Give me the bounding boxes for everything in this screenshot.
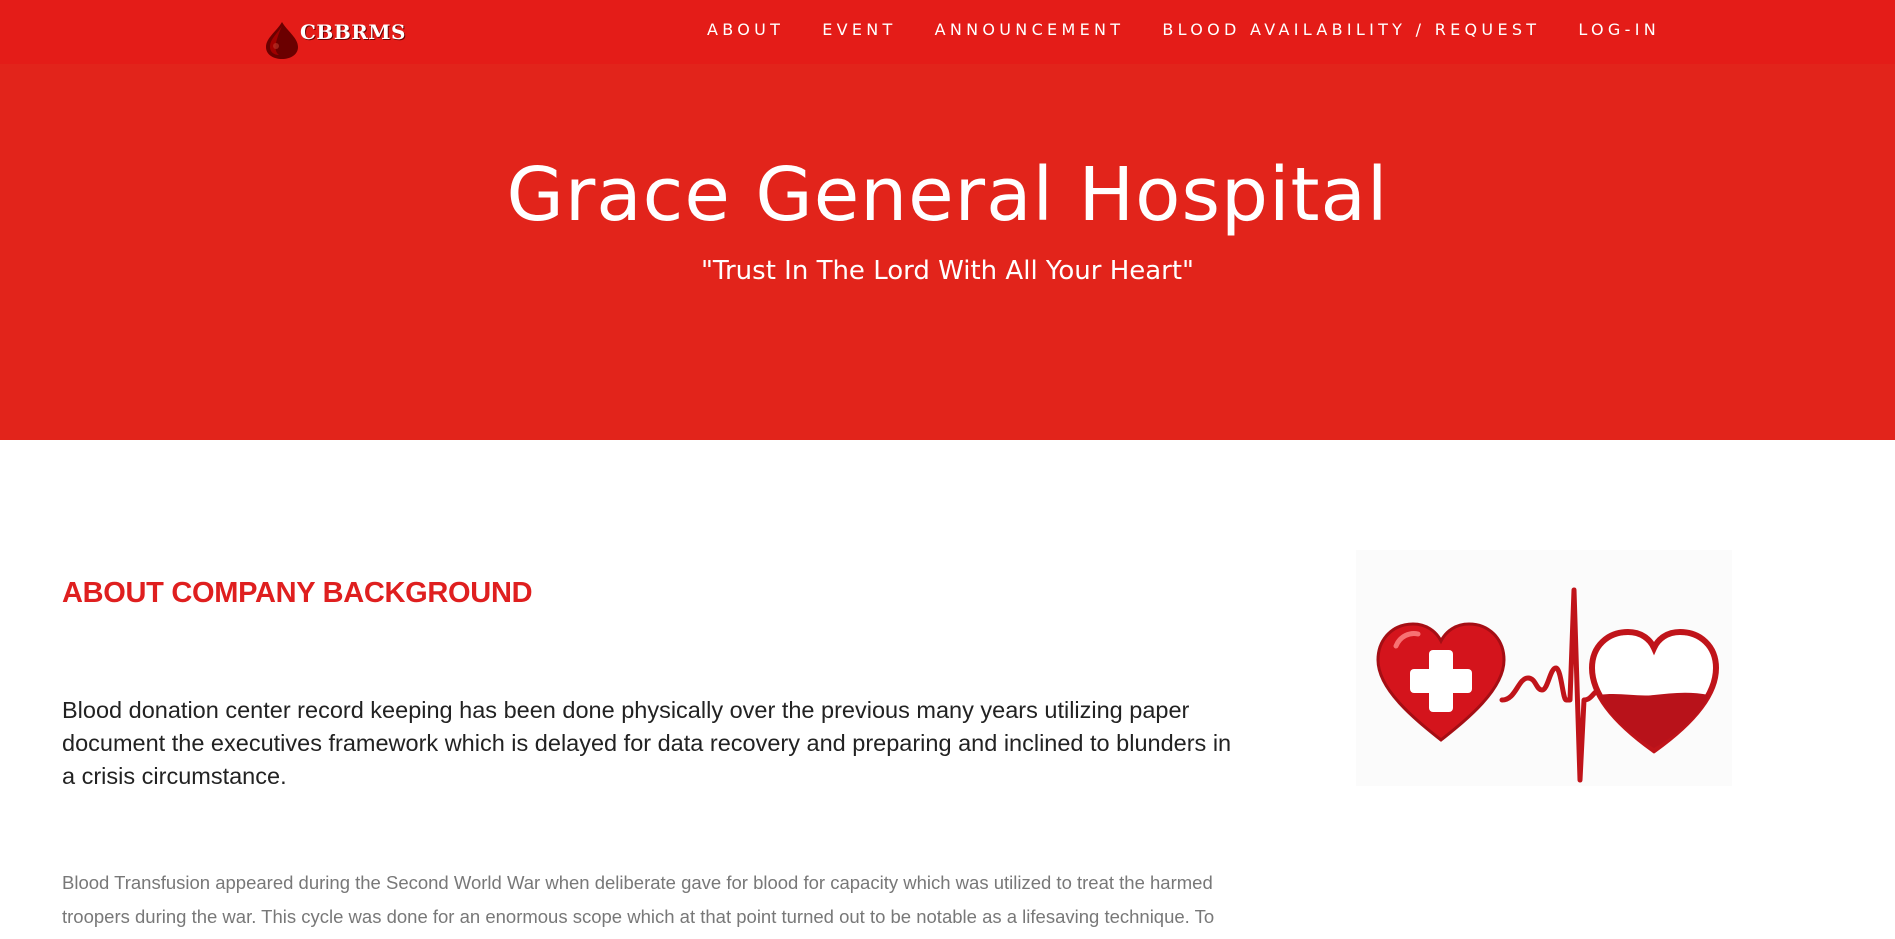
nav-item-blood-availability-request[interactable]: BLOOD AVAILABILITY / REQUEST xyxy=(1162,20,1540,39)
main-nav: ABOUT EVENT ANNOUNCEMENT BLOOD AVAILABIL… xyxy=(707,20,1660,40)
about-lead-paragraph: Blood donation center record keeping has… xyxy=(62,697,1232,789)
nav-item-log-in[interactable]: LOG-IN xyxy=(1578,20,1660,39)
page: CBBRMS ABOUT EVENT ANNOUNCEMENT BLOOD AV… xyxy=(0,0,1895,939)
nav-item-about[interactable]: ABOUT xyxy=(707,20,784,39)
about-illustration xyxy=(1356,550,1732,786)
nav-item-event[interactable]: EVENT xyxy=(822,20,896,39)
about-heading: ABOUT COMPANY BACKGROUND xyxy=(62,577,533,609)
about-section: ABOUT COMPANY BACKGROUND Blood donation … xyxy=(0,440,1895,939)
navbar: CBBRMS ABOUT EVENT ANNOUNCEMENT BLOOD AV… xyxy=(0,0,1895,64)
hero-banner: Grace General Hospital "Trust In The Lor… xyxy=(0,64,1895,440)
blood-drop-logo-icon xyxy=(266,22,298,59)
hero-title: Grace General Hospital xyxy=(506,152,1389,238)
heart-heartbeat-blood-bag-icon xyxy=(1376,587,1720,783)
brand-name: CBBRMS xyxy=(300,20,406,44)
hero-subtitle: "Trust In The Lord With All Your Heart" xyxy=(700,256,1195,286)
about-body-paragraph: Blood Transfusion appeared during the Se… xyxy=(62,872,1215,927)
brand-logo-link[interactable]: CBBRMS xyxy=(262,16,408,60)
nav-item-announcement[interactable]: ANNOUNCEMENT xyxy=(935,20,1125,39)
